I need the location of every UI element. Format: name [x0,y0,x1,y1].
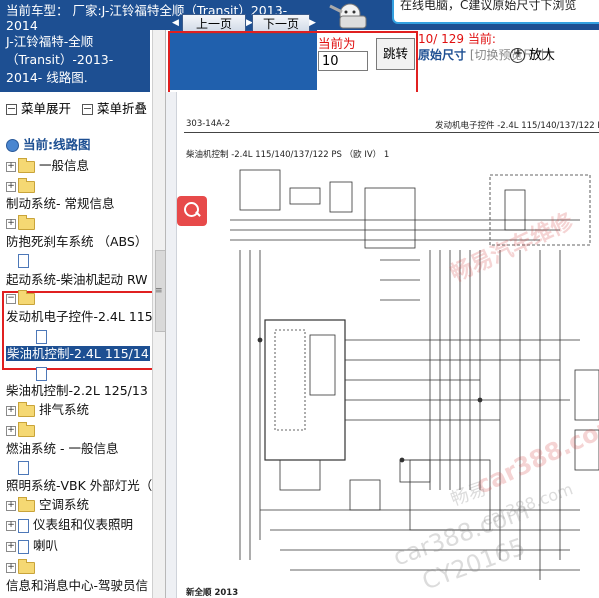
document-icon [18,539,29,554]
tree-item-label: 排气系统 [39,402,90,417]
left-arrow-icon: ◀ [172,18,179,28]
globe-icon [6,139,19,152]
folder-icon [18,401,35,417]
expand-toggle-icon[interactable]: + [6,425,16,436]
expand-toggle-icon[interactable]: + [6,161,16,172]
tree-item-instrument-cluster[interactable]: + 仪表组和仪表照明 [6,515,133,534]
tree-item-diesel-control-22[interactable]: 柴油机控制-2.2L 125/13 [6,381,148,400]
expand-icon [6,104,17,115]
tip-box: 在线电脑，C建议原始尺寸下浏览 [392,0,599,24]
tree-item-label: 一般信息 [39,158,90,173]
tree-item-abs[interactable]: 防抱死刹车系统 （ABS） [6,232,147,251]
header-divider [184,132,599,133]
folder-icon [18,496,35,512]
search-icon-handle [195,211,201,217]
zoom-label: 放大 [529,48,556,63]
tree-item-label: 柴油机控制-2.4L 115/14 [6,346,150,361]
tree-doc-row[interactable] [36,326,51,345]
menu-collapse-label: 菜单折叠 [97,101,148,116]
tree-item-label: 仪表组和仪表照明 [33,517,134,532]
sidebar-scrollbar[interactable]: ≡ [152,30,165,598]
tree-item-label: 柴油机控制-2.2L 125/13 [6,383,148,398]
zoom-in-icon [510,46,525,63]
expand-toggle-icon[interactable]: + [6,520,16,531]
tree-item-engine-electronics[interactable]: 发动机电子控件-2.4L 115 [6,307,153,326]
tree-item-label: 照明系统-VBK 外部灯光（ [6,478,153,493]
document-icon [18,460,29,475]
sidebar-title: J-江铃福特-全顺（Transit）-2013-2014- 线路图. [0,30,150,92]
expand-toggle-icon[interactable]: + [6,218,16,229]
folder-icon [18,157,35,173]
tree-item-label: 制动系统- 常规信息 [6,196,115,211]
tree-item-fuel-system[interactable]: 燃油系统 - 一般信息 [6,439,118,458]
tree-root[interactable]: 当前:线路图 [6,135,91,154]
tree-item-label: 发动机电子控件-2.4L 115 [6,309,153,324]
tree-item-diesel-control-selected[interactable]: 柴油机控制-2.4L 115/14 [6,344,150,363]
tree-root-label: 当前:线路图 [23,137,91,152]
tree-folder-row[interactable]: + [6,176,39,195]
viewer-left-strip [166,92,177,598]
document-icon [18,253,29,268]
diagram-section-title: 发动机电子控件 -2.4L 115/140/137/122 PS [435,121,599,131]
tree-item-exhaust[interactable]: + 排气系统 [6,400,89,419]
collapse-toggle-icon[interactable]: − [6,293,16,304]
folder-icon [18,421,35,437]
original-size-link[interactable]: 原始尺寸 [418,48,466,62]
tip-text: 在线电脑，C建议原始尺寸下浏览 [400,0,577,12]
diagram-subtitle: 柴油机控制 -2.4L 115/140/137/122 PS （欧 IV） 1 [186,150,390,160]
nav-highlight-box [168,31,418,98]
menu-collapse-button[interactable]: 菜单折叠 [82,98,147,117]
next-arrow-icon: ▶ [309,18,316,28]
tree-folder-row[interactable]: − [6,288,39,307]
tree-item-lighting[interactable]: 照明系统-VBK 外部灯光（ [6,476,152,495]
tree-folder-row[interactable]: + [6,213,39,232]
tree-item-horn[interactable]: + 喇叭 [6,536,58,555]
expand-toggle-icon[interactable]: + [6,500,16,511]
folder-icon [18,558,35,574]
tree-item-label: 起动系统-柴油机起动 RW [6,272,148,287]
tree-item-label: 信息和消息中心-驾驶员信 [6,578,149,593]
tree-item-label: 喇叭 [33,538,59,553]
scrollbar-grip-icon: ≡ [155,286,163,296]
tree-doc-row[interactable] [18,250,33,269]
mascot-image [322,0,382,30]
folder-icon [18,289,35,305]
zoom-in-button[interactable]: 放大 [510,44,555,63]
document-icon [18,518,29,533]
folder-icon [18,177,35,193]
diagram-code: 303-14A-2 [186,119,231,129]
tree-folder-row[interactable]: + [6,557,39,576]
expand-toggle-icon[interactable]: + [6,562,16,573]
folder-icon [18,214,35,230]
tree-item-label: 空调系统 [39,497,90,512]
tree-item-message-center[interactable]: 信息和消息中心-驾驶员信 [6,576,148,595]
document-icon [36,329,47,344]
collapse-icon [82,104,93,115]
tree-item-starting-system[interactable]: 起动系统-柴油机起动 RW [6,270,148,289]
tree-item-general-info[interactable]: + 一般信息 [6,156,89,175]
tree-doc-row[interactable] [18,457,33,476]
page-count: 10/ 129 当前: [418,32,496,46]
tree-item-brake-system[interactable]: 制动系统- 常规信息 [6,194,114,213]
expand-toggle-icon[interactable]: + [6,541,16,552]
expand-toggle-icon[interactable]: + [6,405,16,416]
expand-toggle-icon[interactable]: + [6,181,16,192]
tree-item-label: 防抱死刹车系统 （ABS） [6,234,148,249]
tree-folder-row[interactable]: + [6,420,39,439]
search-button[interactable] [177,196,207,226]
tree-doc-row[interactable] [36,363,51,382]
menu-expand-label: 菜单展开 [21,101,72,116]
document-icon [36,366,47,381]
sidebar: J-江铃福特-全顺（Transit）-2013-2014- 线路图. 菜单展开 … [0,30,166,598]
menu-expand-button[interactable]: 菜单展开 [6,98,71,117]
tree-item-air-conditioning[interactable]: + 空调系统 [6,495,89,514]
diagram-footer: 新全顺 2013 [186,588,239,598]
tree-item-label: 燃油系统 - 一般信息 [6,441,119,456]
